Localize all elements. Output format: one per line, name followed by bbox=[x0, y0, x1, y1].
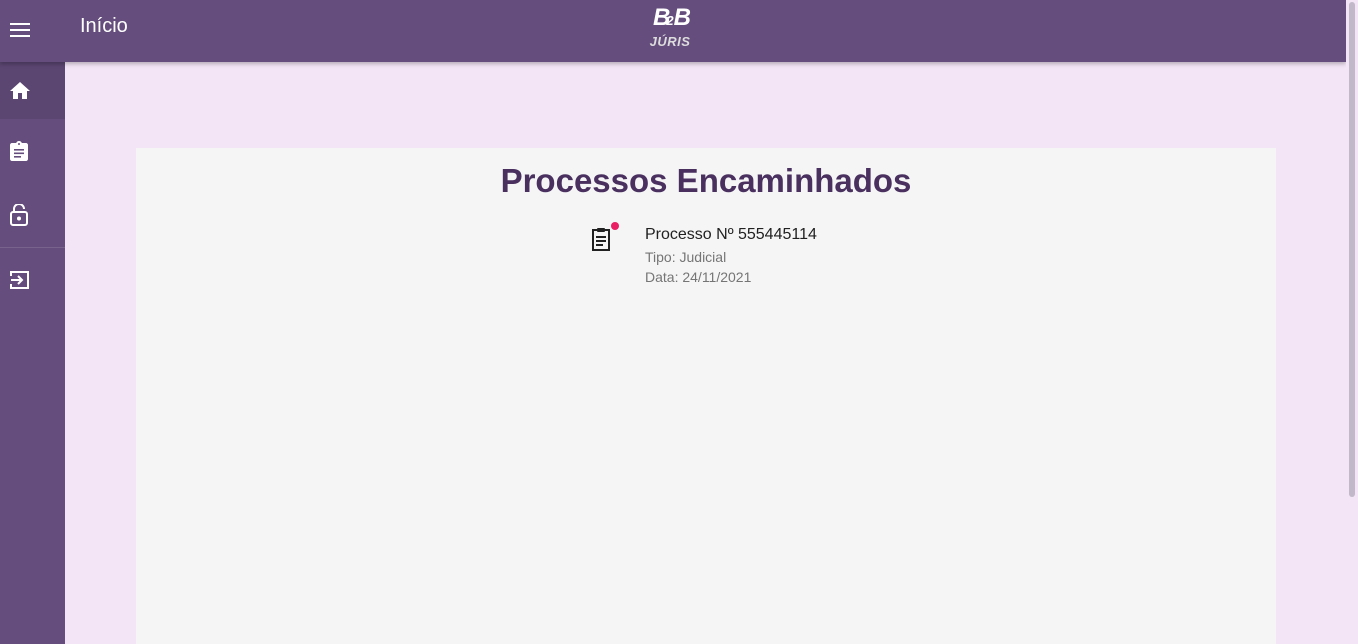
logo: B2B JÚRIS bbox=[649, 4, 691, 49]
section-title: Processos Encaminhados bbox=[500, 162, 912, 199]
menu-button[interactable] bbox=[0, 0, 40, 60]
clipboard-icon bbox=[10, 141, 28, 161]
app-bar: Início B2B JÚRIS bbox=[0, 0, 1346, 62]
page-title: Início bbox=[80, 15, 128, 37]
sidebar-item-logout[interactable] bbox=[0, 248, 65, 312]
processes-card: Processos Encaminhados Processo Nº 55544… bbox=[136, 148, 1276, 644]
process-list-item[interactable]: Processo Nº 555445114 Tipo: Judicial Dat… bbox=[586, 222, 846, 292]
sidebar-item-home[interactable] bbox=[0, 62, 65, 119]
clipboard-list-icon bbox=[592, 228, 610, 251]
scrollbar[interactable] bbox=[1346, 0, 1358, 644]
process-date: Data: 24/11/2021 bbox=[645, 269, 752, 285]
menu-icon bbox=[10, 23, 30, 37]
sidebar-item-lock[interactable] bbox=[0, 183, 65, 247]
logout-icon bbox=[10, 271, 29, 289]
notification-badge bbox=[611, 222, 619, 230]
process-title: Processo Nº 555445114 bbox=[645, 226, 817, 243]
scrollbar-thumb[interactable] bbox=[1349, 2, 1355, 497]
sidebar bbox=[0, 62, 65, 644]
lock-open-icon bbox=[10, 204, 28, 226]
home-icon bbox=[10, 81, 30, 99]
process-type: Tipo: Judicial bbox=[645, 249, 727, 265]
sidebar-item-processes[interactable] bbox=[0, 119, 65, 183]
